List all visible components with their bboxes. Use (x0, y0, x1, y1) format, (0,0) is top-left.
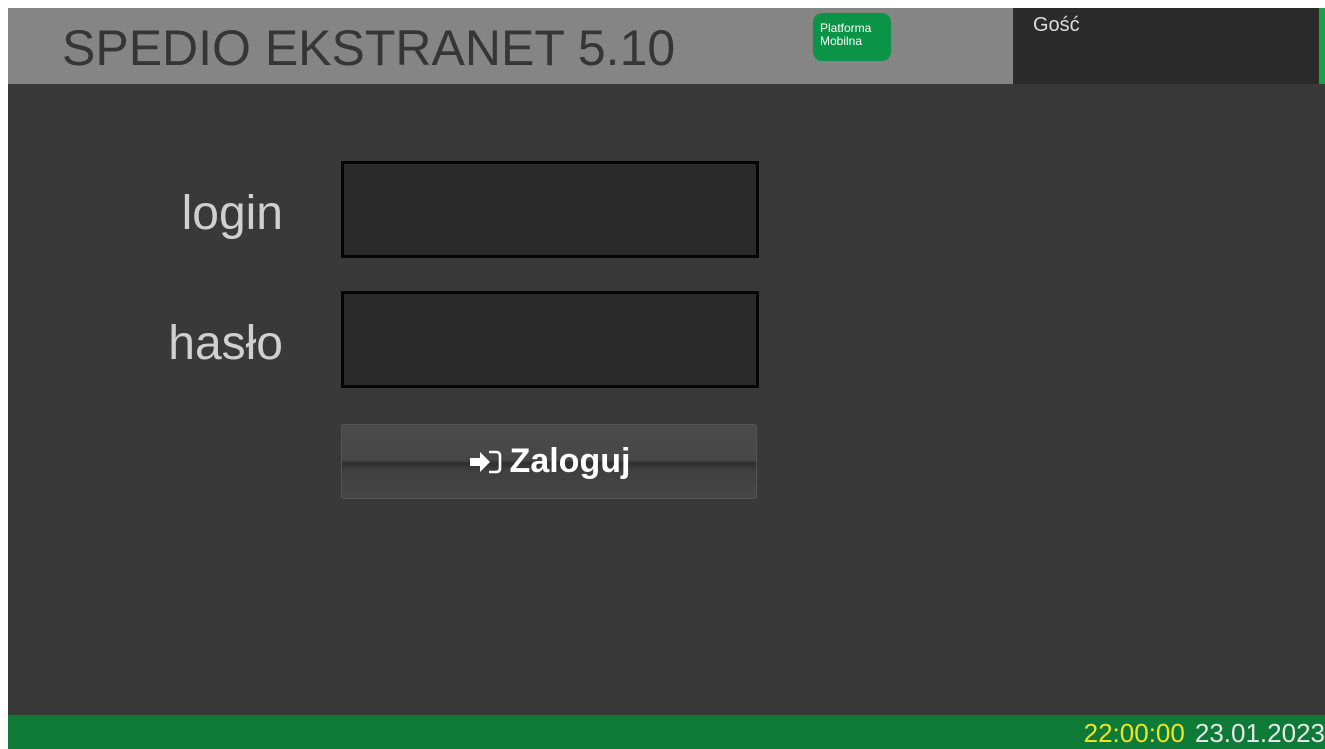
password-label: hasło (168, 317, 283, 370)
clock-time: 22:00:00 (1083, 718, 1185, 748)
badge-line-2: Mobilna (820, 34, 863, 48)
login-button-label: Zaloguj (509, 442, 631, 480)
app-title: SPEDIO EKSTRANET 5.10 (62, 20, 676, 76)
accent-stripe (1319, 8, 1325, 84)
status-bar: 22:00:00 23.01.2023 (8, 715, 1325, 749)
login-button[interactable]: Zaloguj (341, 424, 757, 499)
password-input[interactable] (341, 291, 759, 388)
platform-badge[interactable]: Platforma Mobilna (813, 13, 891, 61)
login-label: login (181, 187, 283, 240)
header-bar: SPEDIO EKSTRANET 5.10 Platforma Mobilna (8, 8, 1013, 84)
app-frame: SPEDIO EKSTRANET 5.10 Platforma Mobilna … (8, 8, 1325, 749)
clock: 22:00:00 23.01.2023 (1084, 718, 1325, 748)
login-input[interactable] (341, 161, 759, 258)
sign-in-icon (468, 449, 502, 475)
user-panel: Gość (1013, 8, 1319, 84)
clock-date: 23.01.2023 (1194, 718, 1325, 748)
user-name: Gość (1033, 14, 1080, 36)
